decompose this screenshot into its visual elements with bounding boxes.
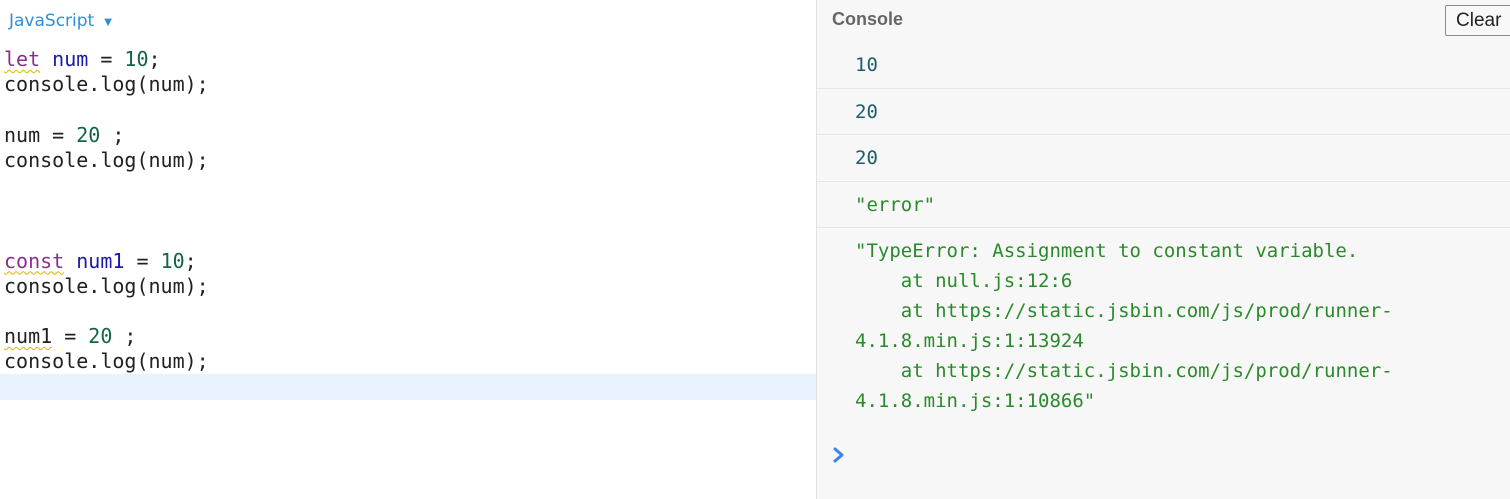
code-operator: = [40, 122, 77, 147]
code-identifier: num [4, 122, 41, 147]
code-line[interactable]: let num = 10; [0, 47, 816, 72]
code-operator: = [124, 248, 161, 273]
code-line[interactable]: console.log(num); [0, 349, 816, 374]
code-identifier: num1 [4, 324, 53, 349]
console-entry: 20 [817, 135, 1510, 182]
language-selector[interactable]: JavaScript ▼ [9, 8, 112, 34]
code-line[interactable]: console.log(num); [0, 274, 816, 299]
console-entry: "error" [817, 182, 1510, 228]
code-number: 10 [160, 248, 185, 273]
code-identifier: num [52, 47, 89, 71]
console-pane: Console Clear 10 20 20 "error" "TypeErro… [816, 0, 1510, 499]
chevron-right-icon[interactable] [831, 443, 847, 467]
code-number: 20 [88, 324, 113, 349]
console-output: 10 20 20 "error" "TypeError: Assignment … [817, 42, 1510, 416]
code-line[interactable]: const num1 = 10; [0, 249, 816, 274]
code-line[interactable]: console.log(num); [0, 148, 816, 173]
jsbin-workspace: JavaScript ▼ let num = 10; console.log(n… [0, 0, 1510, 499]
code-line[interactable]: num1 = 20 ; [0, 324, 816, 349]
code-punctuation: ; [148, 47, 161, 71]
caret-down-icon[interactable]: ▼ [104, 17, 112, 28]
code-line[interactable] [0, 198, 816, 223]
console-entry: 10 [817, 42, 1510, 89]
code-identifier: num1 [76, 248, 125, 273]
language-label[interactable]: JavaScript [9, 11, 94, 31]
code-number: 10 [124, 47, 149, 71]
code-keyword: let [4, 47, 41, 71]
code-punctuation: ; [184, 248, 197, 273]
code-line[interactable]: num = 20 ; [0, 123, 816, 148]
console-entry: 20 [817, 89, 1510, 135]
code-editor[interactable]: let num = 10; console.log(num); num = 20… [0, 47, 816, 400]
code-operator: = [88, 47, 125, 71]
javascript-editor-pane[interactable]: JavaScript ▼ let num = 10; console.log(n… [0, 0, 816, 499]
clear-button[interactable]: Clear [1445, 5, 1510, 36]
code-number: 20 [76, 122, 101, 147]
code-line[interactable] [0, 173, 816, 198]
console-error-entry: "TypeError: Assignment to constant varia… [855, 240, 1393, 412]
code-keyword: const [4, 248, 65, 273]
code-line-active[interactable] [0, 374, 816, 400]
code-punctuation: ; [112, 324, 137, 349]
code-line[interactable]: console.log(num); [0, 72, 816, 97]
code-line[interactable] [0, 223, 816, 248]
code-punctuation: ; [100, 122, 125, 147]
console-title: Console [832, 9, 904, 29]
code-line[interactable] [0, 97, 816, 122]
code-operator: = [52, 324, 89, 349]
code-line[interactable] [0, 299, 816, 324]
